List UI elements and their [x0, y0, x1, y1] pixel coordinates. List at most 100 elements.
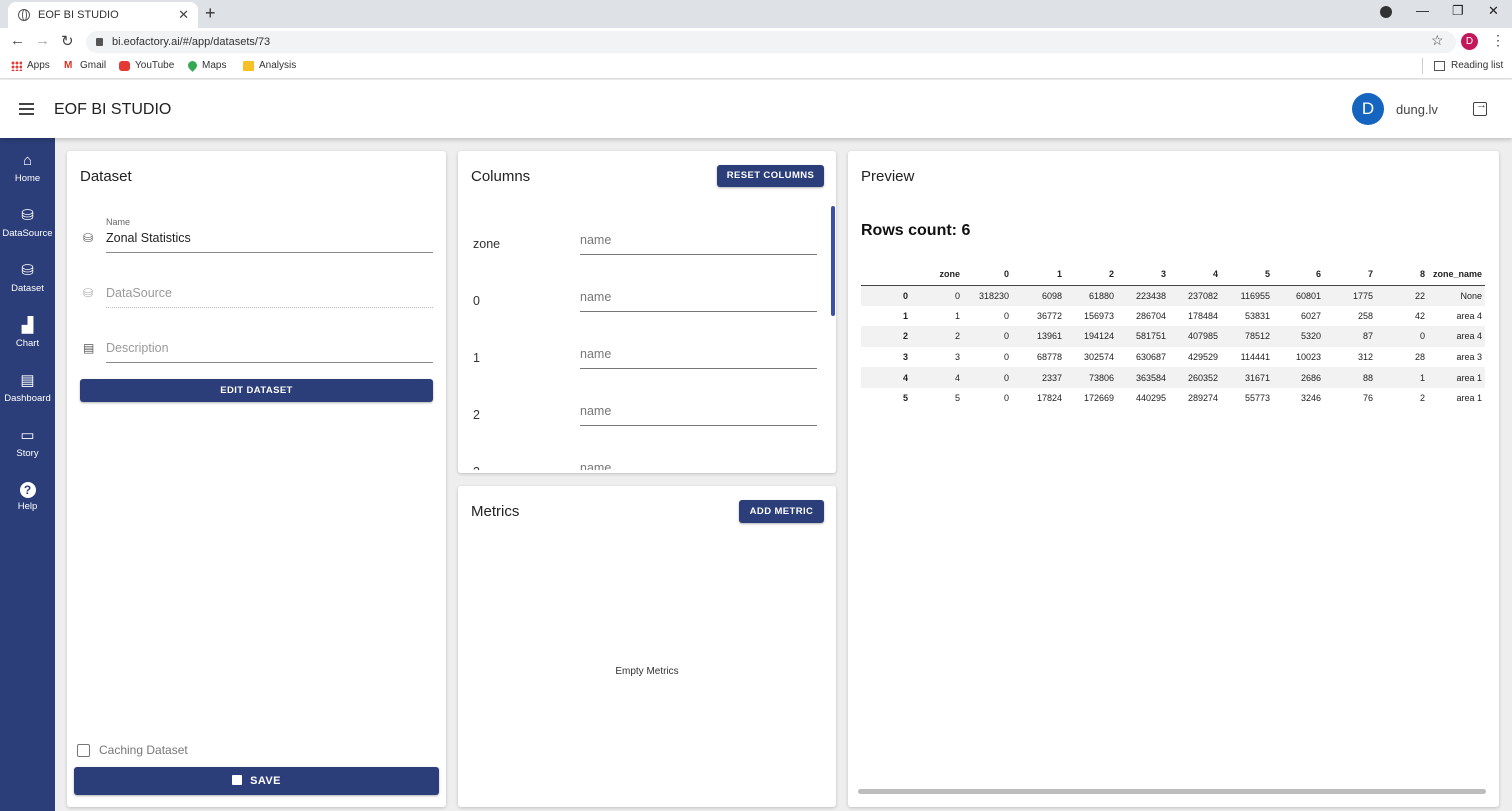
column-name: 2	[473, 408, 480, 422]
name-field[interactable]: Zonal Statistics	[106, 231, 191, 245]
preview-horizontal-scrollbar[interactable]	[858, 789, 1486, 794]
column-alias-input[interactable]: name	[580, 347, 611, 361]
table-cell: 156973	[1083, 310, 1114, 321]
dataset-name-icon: ⛁	[83, 231, 94, 245]
dataset-card-title: Dataset	[80, 168, 132, 185]
column-alias-input[interactable]: name	[580, 461, 611, 470]
minimize-icon[interactable]: —	[1416, 3, 1429, 18]
columns-scrollbar[interactable]	[831, 206, 835, 316]
close-tab-icon[interactable]: ✕	[178, 7, 189, 23]
gmail-icon: M	[64, 59, 73, 71]
table-cell: 1775	[1352, 290, 1373, 301]
back-icon[interactable]: ←	[10, 32, 25, 49]
table-cell: 312	[1357, 352, 1373, 363]
table-cell: 5	[954, 393, 960, 404]
table-row: 2 2 0 13961 194124 581751 407985 78512 5…	[861, 326, 1485, 347]
sidebar-item-datasource[interactable]: ⛁ DataSource	[0, 207, 55, 257]
table-cell: area 3	[1456, 352, 1482, 363]
window-close-icon[interactable]: ✕	[1488, 3, 1499, 19]
column-header: 4	[1212, 268, 1218, 279]
table-cell: 440295	[1135, 393, 1166, 404]
table-cell: 60801	[1295, 290, 1321, 301]
column-alias-input[interactable]: name	[580, 233, 611, 247]
description-icon: ▤	[83, 341, 95, 355]
table-cell: 42	[1414, 310, 1425, 321]
sidebar-item-chart[interactable]: ▟ Chart	[0, 317, 55, 367]
sidebar-item-label: Home	[14, 173, 41, 184]
table-cell: 318230	[978, 290, 1009, 301]
sidebar-item-dashboard[interactable]: ▤ Dashboard	[0, 372, 55, 422]
table-cell: 581751	[1135, 331, 1166, 342]
table-cell: 223438	[1135, 290, 1166, 301]
table-cell: 0	[1003, 331, 1009, 342]
row-index: 2	[902, 331, 908, 342]
metrics-card-title: Metrics	[471, 503, 520, 520]
table-cell: 3246	[1300, 393, 1321, 404]
bookmark-star-icon[interactable]: ☆	[1431, 32, 1444, 49]
edit-dataset-button[interactable]: EDIT DATASET	[80, 379, 433, 402]
restore-icon[interactable]: ❐	[1452, 3, 1464, 19]
column-header: 6	[1315, 268, 1321, 279]
table-cell: 1	[1419, 372, 1425, 383]
globe-icon	[18, 9, 30, 21]
divider	[1422, 58, 1423, 74]
description-field[interactable]: Description	[106, 341, 169, 355]
browser-profile-avatar[interactable]: D	[1461, 33, 1478, 50]
url-field[interactable]: bi.eofactory.ai/#/app/datasets/73	[86, 31, 1456, 53]
username[interactable]: dung.lv	[1396, 102, 1438, 117]
table-cell: 13961	[1036, 331, 1062, 342]
bookmark-gmail[interactable]: M Gmail	[64, 60, 106, 71]
new-tab-icon[interactable]: +	[205, 3, 216, 24]
table-cell: 178484	[1187, 310, 1218, 321]
sidebar-item-help[interactable]: ? Help	[0, 482, 55, 532]
table-cell: 22	[1414, 290, 1425, 301]
column-header: 1	[1056, 268, 1062, 279]
user-avatar[interactable]: D	[1352, 93, 1384, 125]
table-row: 0 0 318230 6098 61880 223438 237082 1169…	[861, 285, 1485, 306]
save-button[interactable]: SAVE	[74, 767, 439, 795]
caching-checkbox[interactable]	[77, 744, 90, 757]
sidebar-item-dataset[interactable]: ⛁ Dataset	[0, 262, 55, 312]
table-cell: 78512	[1244, 331, 1270, 342]
media-control-icon[interactable]	[1380, 6, 1392, 18]
name-field-label: Name	[106, 217, 131, 227]
bookmark-analysis[interactable]: Analysis	[243, 60, 296, 71]
url-text: bi.eofactory.ai/#/app/datasets/73	[112, 36, 271, 48]
sidebar-item-story[interactable]: ▭ Story	[0, 427, 55, 477]
column-alias-input[interactable]: name	[580, 290, 611, 304]
column-header: zone_name	[1432, 268, 1482, 279]
column-alias-input[interactable]: name	[580, 404, 611, 418]
address-bar-row: ← → ↻ bi.eofactory.ai/#/app/datasets/73 …	[0, 28, 1512, 55]
columns-list[interactable]: zone name 0 name 1 name 2 name 3 name	[458, 206, 835, 470]
sidebar-item-label: Help	[17, 501, 38, 512]
reading-list-button[interactable]: Reading list	[1422, 58, 1503, 74]
bookmark-apps[interactable]: Apps	[11, 60, 50, 71]
bookmark-label: Analysis	[259, 60, 297, 71]
add-metric-button[interactable]: ADD METRIC	[739, 500, 824, 523]
bookmark-label: YouTube	[135, 60, 175, 71]
sidebar-item-label: Chart	[15, 338, 40, 349]
reload-icon[interactable]: ↻	[61, 32, 74, 50]
table-cell: 260352	[1187, 372, 1218, 383]
divider	[580, 254, 817, 255]
table-cell: 302574	[1083, 352, 1114, 363]
bookmark-youtube[interactable]: YouTube	[119, 60, 174, 71]
divider	[580, 311, 817, 312]
column-header: 0	[1003, 268, 1009, 279]
table-cell: 73806	[1088, 372, 1114, 383]
reset-columns-button[interactable]: RESET COLUMNS	[717, 165, 824, 187]
browser-menu-icon[interactable]: ⋮	[1491, 32, 1505, 49]
table-cell: 0	[1003, 352, 1009, 363]
browser-tab[interactable]: EOF BI STUDIO ✕	[8, 2, 198, 28]
datasource-field[interactable]: DataSource	[106, 286, 172, 300]
table-cell: 194124	[1083, 331, 1114, 342]
logout-icon[interactable]	[1473, 99, 1487, 116]
column-row: 3 name	[458, 437, 835, 470]
forward-icon[interactable]: →	[35, 32, 50, 49]
bookmark-label: Maps	[202, 60, 227, 71]
bookmark-maps[interactable]: Maps	[186, 59, 227, 72]
table-cell: 289274	[1187, 393, 1218, 404]
sidebar-item-home[interactable]: ⌂ Home	[0, 152, 55, 202]
menu-icon[interactable]	[19, 103, 34, 115]
table-row: 1 1 0 36772 156973 286704 178484 53831 6…	[861, 306, 1485, 327]
